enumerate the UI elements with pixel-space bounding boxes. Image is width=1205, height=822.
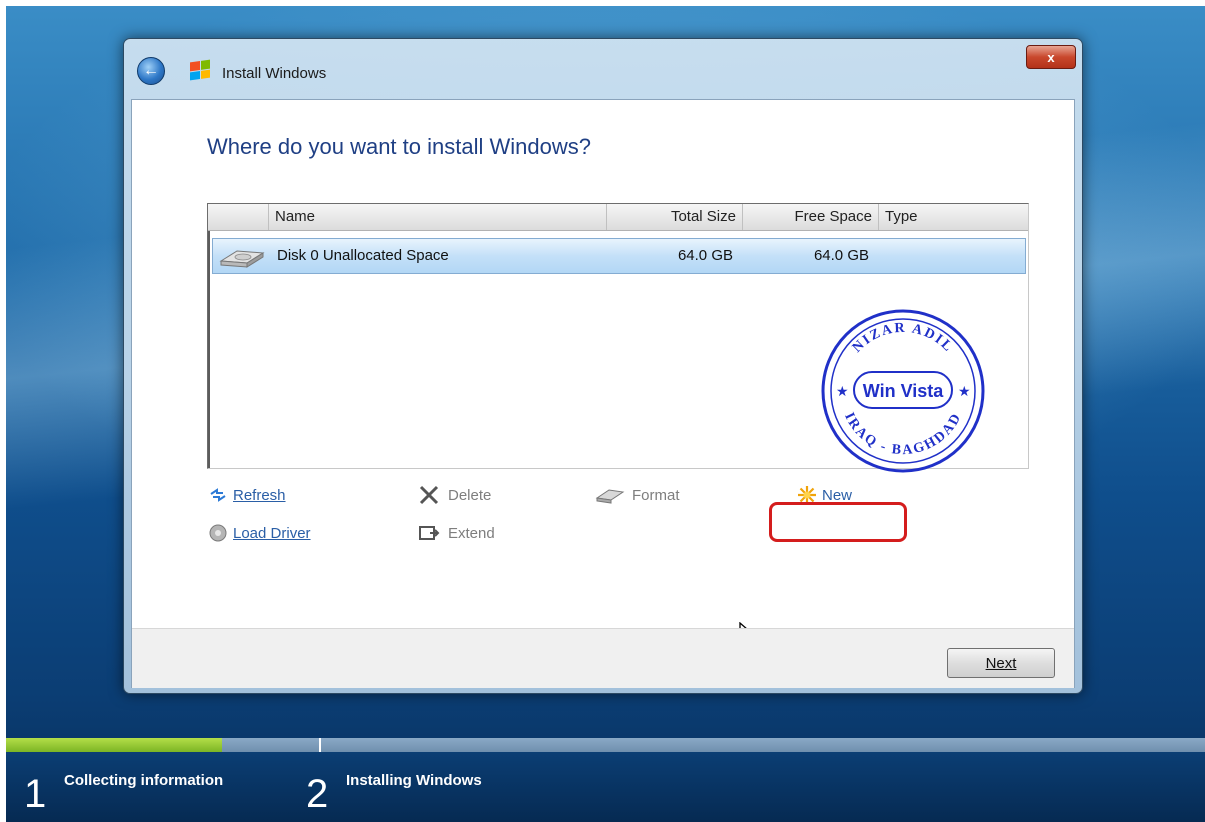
stamp-bottom-text: IRAQ - BAGHDAD: [841, 410, 963, 458]
desktop-background: ← Install Windows x Where do you want to…: [6, 6, 1205, 822]
dialog-footer: Next: [132, 628, 1074, 688]
setup-progress-fill: [6, 738, 222, 752]
column-header-name[interactable]: Name: [268, 204, 606, 230]
window-title: Install Windows: [222, 65, 327, 82]
svg-text:★: ★: [836, 383, 849, 399]
column-header-free-space[interactable]: Free Space: [742, 204, 878, 230]
disk-list-header: Name Total Size Free Space Type: [208, 204, 1028, 231]
close-button[interactable]: x: [1026, 45, 1076, 69]
stamp-top-text: NIZAR ADIL: [850, 321, 954, 356]
windows-logo-icon: [190, 59, 210, 81]
progress-step-divider: [319, 738, 321, 752]
disk-name: Disk 0 Unallocated Space: [277, 247, 449, 264]
column-header-total-size[interactable]: Total Size: [606, 204, 742, 230]
extend-icon: [419, 526, 440, 540]
format-icon: [595, 489, 625, 504]
disk-total-size: 64.0 GB: [677, 247, 733, 264]
close-icon: x: [1047, 49, 1055, 65]
load-driver-icon: [209, 524, 227, 542]
column-header-type[interactable]: Type: [878, 204, 1028, 230]
column-header-icon: [208, 204, 268, 230]
svg-text:IRAQ - BAGHDAD: IRAQ - BAGHDAD: [841, 410, 965, 458]
dialog-content: Where do you want to install Windows? Na…: [131, 99, 1075, 688]
format-link[interactable]: Format: [592, 482, 680, 508]
refresh-icon: [210, 488, 226, 502]
page-title: Where do you want to install Windows?: [207, 134, 591, 159]
extend-link[interactable]: Extend: [414, 520, 495, 546]
install-windows-dialog: ← Install Windows x Where do you want to…: [123, 38, 1083, 694]
stamp-center-text: Win Vista: [863, 381, 945, 401]
hard-disk-icon: [219, 250, 265, 268]
refresh-link[interactable]: Refresh: [207, 482, 286, 508]
new-link-highlight: [769, 502, 907, 542]
disk-free-space: 64.0 GB: [813, 247, 869, 264]
back-button[interactable]: ←: [137, 57, 165, 85]
watermark-stamp: Win Vista NIZAR ADIL IRAQ - BAGHDAD ★ ★: [821, 309, 985, 473]
next-button[interactable]: Next: [947, 648, 1055, 678]
load-driver-link[interactable]: Load Driver: [207, 520, 311, 546]
title-bar: ← Install Windows x: [124, 39, 1082, 99]
disk-row-selected[interactable]: Disk 0 Unallocated Space 64.0 GB 64.0 GB: [212, 238, 1026, 274]
svg-text:★: ★: [958, 383, 971, 399]
back-arrow-icon: ←: [143, 62, 159, 79]
setup-steps-band: 1 Collecting information 2 Installing Wi…: [6, 752, 1205, 822]
svg-text:NIZAR ADIL: NIZAR ADIL: [850, 321, 956, 356]
delete-icon: [419, 485, 439, 505]
setup-progress-bar: [6, 738, 1205, 752]
delete-link[interactable]: Delete: [414, 482, 491, 508]
